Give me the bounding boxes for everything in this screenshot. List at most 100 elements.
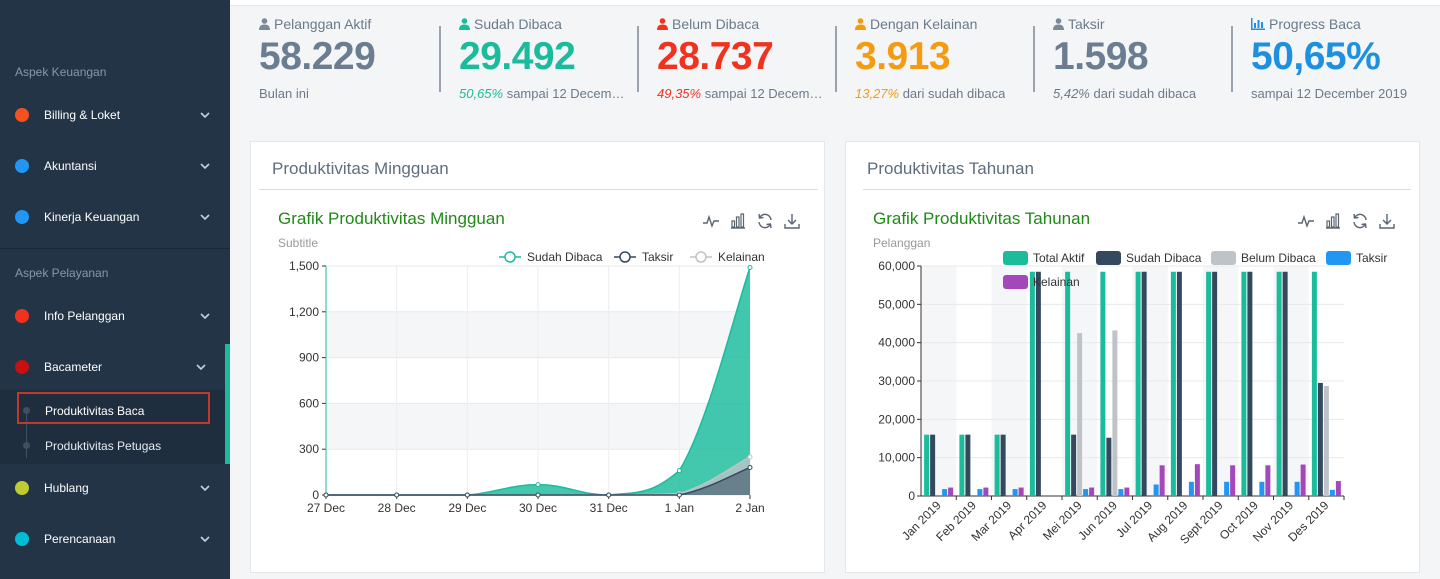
bar-sudah-dibaca: [1035, 271, 1041, 496]
x-tick-label: 28 Dec: [378, 501, 416, 515]
stat-label-text: Belum Dibaca: [672, 16, 760, 32]
data-point: [535, 492, 541, 498]
data-point: [747, 454, 753, 460]
stat-label: Belum Dibaca: [657, 16, 822, 32]
y-tick-label: 20,000: [878, 412, 915, 426]
stat-separator: [439, 26, 441, 92]
chart-title: Grafik Produktivitas Tahunan: [873, 209, 1091, 228]
bar-chart-icon[interactable]: [729, 212, 747, 230]
chevron-down-icon: [200, 536, 210, 543]
y-tick-label: 30,000: [878, 374, 915, 388]
kinerja-icon: [15, 210, 29, 224]
bar-kelainan: [1018, 487, 1024, 496]
user-icon: [259, 18, 270, 30]
legend-marker: [1326, 251, 1351, 265]
stat-label-text: Progress Baca: [1269, 16, 1361, 32]
chart-toolbox: [702, 212, 801, 230]
section-heading-finance: Aspek Keuangan: [15, 65, 107, 79]
legend-label: Total Aktif: [1033, 251, 1085, 265]
bar-taksir: [1012, 489, 1018, 496]
refresh-icon[interactable]: [756, 212, 774, 230]
bar-sudah-dibaca: [1000, 434, 1006, 496]
stat-sub-text: Bulan ini: [259, 86, 309, 101]
stat-sub-text: dari sudah dibaca: [899, 86, 1006, 101]
chevron-down-icon: [200, 163, 210, 170]
bar-total-aktif: [1100, 271, 1106, 496]
submenu-item-produktivitas-petugas[interactable]: Produktivitas Petugas: [0, 429, 225, 463]
weekly-card: Produktivitas Mingguan Grafik Produktivi…: [250, 141, 825, 573]
chart-title: Grafik Produktivitas Mingguan: [278, 209, 505, 228]
data-point: [323, 492, 329, 498]
submenu-item-label: Produktivitas Petugas: [45, 439, 162, 453]
stat-percent: 5,42%: [1053, 86, 1090, 101]
stat-separator: [835, 26, 837, 92]
stat-sub: 49,35% sampai 12 Decem…: [657, 86, 822, 101]
bar-belum-dibaca: [1323, 385, 1329, 496]
bar-total-aktif: [1135, 271, 1141, 496]
legend-marker: [1211, 251, 1236, 265]
sidebar-item-bacameter[interactable]: Bacameter: [0, 347, 230, 387]
active-indicator: [225, 344, 230, 464]
stat-value: 58.229: [259, 35, 376, 78]
stat-label: Dengan Kelainan: [855, 16, 1005, 32]
bar-taksir: [1188, 481, 1194, 496]
x-tick-label: 2 Jan: [735, 501, 764, 515]
bar-total-aktif: [924, 434, 930, 496]
data-point: [606, 492, 612, 498]
sidebar-item-hublang[interactable]: Hublang: [0, 468, 230, 508]
y-tick-label: 40,000: [878, 336, 915, 350]
yearly-chart: 010,00020,00030,00040,00050,00060,000Jan…: [878, 251, 1387, 547]
stat-pelanggan-aktif: Pelanggan Aktif 58.229 Bulan ini: [259, 16, 376, 116]
info-pelanggan-icon: [15, 309, 29, 323]
stat-belum-dibaca: Belum Dibaca 28.737 49,35% sampai 12 Dec…: [657, 16, 822, 116]
bar-sudah-dibaca: [1212, 271, 1218, 496]
sidebar-item-info-pelanggan[interactable]: Info Pelanggan: [0, 296, 230, 336]
download-icon[interactable]: [783, 212, 801, 230]
sidebar-item-billing-loket[interactable]: Billing & Loket: [0, 95, 230, 135]
bar-sudah-dibaca: [965, 434, 971, 496]
selected-highlight: [17, 392, 210, 424]
sidebar-item-label: Kinerja Keuangan: [44, 210, 140, 224]
sidebar-item-kinerja-keuangan[interactable]: Kinerja Keuangan: [0, 197, 230, 237]
legend-marker: [1003, 251, 1028, 265]
bar-total-aktif: [1029, 271, 1035, 496]
card-title: Produktivitas Tahunan: [867, 159, 1034, 178]
bar-total-aktif: [1241, 271, 1247, 496]
x-tick-label: Jun 2019: [1075, 498, 1120, 543]
stat-separator: [637, 26, 639, 92]
bar-taksir: [1153, 484, 1159, 496]
x-tick-label: 29 Dec: [448, 501, 486, 515]
bar-kelainan: [1124, 487, 1130, 496]
y-tick-label: 600: [299, 396, 319, 410]
data-point: [747, 265, 753, 271]
stat-value: 29.492: [459, 35, 576, 78]
chevron-down-icon: [200, 214, 210, 221]
stat-taksir: Taksir 1.598 5,42% dari sudah dibaca: [1053, 16, 1196, 116]
y-tick-label: 300: [299, 442, 319, 456]
bar-taksir: [1118, 489, 1124, 496]
stat-sub: 50,65% sampai 12 Decem…: [459, 86, 624, 101]
refresh-icon[interactable]: [1351, 212, 1369, 230]
line-chart-icon[interactable]: [1297, 212, 1315, 230]
sidebar-item-label: Info Pelanggan: [44, 309, 125, 323]
bar-taksir: [1259, 481, 1265, 496]
stat-label: Sudah Dibaca: [459, 16, 624, 32]
legend-label: Taksir: [642, 250, 673, 264]
bar-kelainan: [948, 487, 954, 496]
x-tick-label: 1 Jan: [665, 501, 694, 515]
bar-kelainan: [1089, 487, 1095, 496]
sidebar-item-perencanaan[interactable]: Perencanaan: [0, 519, 230, 559]
bar-taksir: [1294, 481, 1300, 496]
line-chart-icon[interactable]: [702, 212, 720, 230]
stat-sub-text: sampai 12 December 2019: [1251, 86, 1408, 101]
sidebar-item-label: Bacameter: [44, 360, 103, 374]
bar-taksir: [1329, 489, 1335, 496]
sidebar-item-label: Perencanaan: [44, 532, 116, 546]
download-icon[interactable]: [1378, 212, 1396, 230]
sidebar-item-akuntansi[interactable]: Akuntansi: [0, 146, 230, 186]
bar-chart-icon[interactable]: [1324, 212, 1342, 230]
y-tick-label: 1,500: [289, 259, 319, 273]
bar-sudah-dibaca: [930, 434, 936, 496]
stat-label: Pelanggan Aktif: [259, 16, 375, 32]
legend-label: Sudah Dibaca: [527, 250, 603, 264]
